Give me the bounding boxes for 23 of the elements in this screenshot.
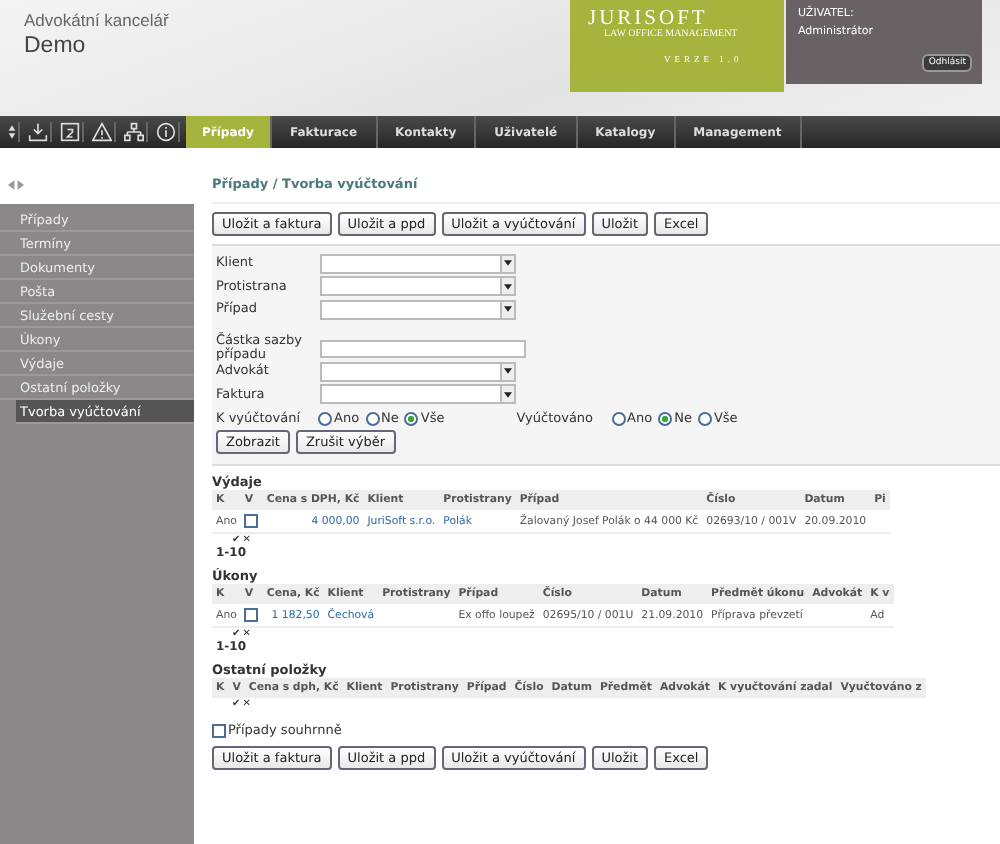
calendar-icon[interactable] <box>58 122 84 142</box>
office-name: Demo <box>24 34 88 58</box>
dropdown-arrow-icon <box>504 391 512 398</box>
dropdown-field[interactable] <box>320 299 516 320</box>
warning-icon[interactable] <box>90 122 116 142</box>
download-icon[interactable] <box>26 122 52 142</box>
input-field[interactable] <box>320 339 526 358</box>
dropdown-field[interactable] <box>320 384 516 405</box>
info-icon[interactable] <box>154 122 180 142</box>
dropdown-arrow-icon <box>504 368 512 375</box>
dropdown-arrow-icon <box>504 260 512 267</box>
row-checkbox[interactable] <box>244 514 259 528</box>
office-label: Advokátní kancelář <box>24 10 171 30</box>
dropdown-arrow-icon <box>504 306 512 313</box>
updown-arrows-icon[interactable] <box>6 122 20 142</box>
collapse-arrows-icon[interactable] <box>8 180 24 190</box>
dropdown-field[interactable] <box>320 276 516 297</box>
sitemap-icon[interactable] <box>122 122 148 142</box>
brand-name: JURISOFT <box>588 8 708 30</box>
dropdown-field[interactable] <box>320 253 516 274</box>
dropdown-field[interactable] <box>320 361 516 382</box>
row-checkbox[interactable] <box>244 608 259 622</box>
dropdown-arrow-icon <box>504 283 512 290</box>
